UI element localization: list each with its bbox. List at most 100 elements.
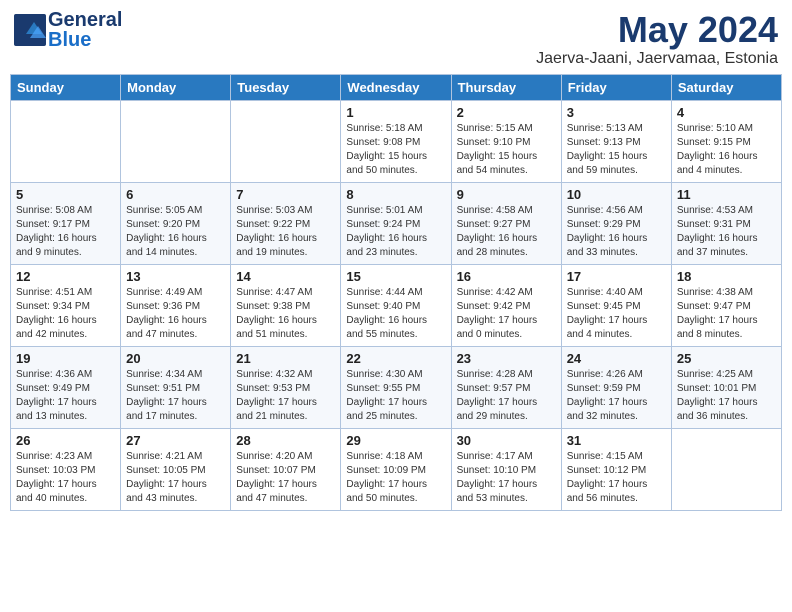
- day-number: 11: [677, 187, 776, 202]
- day-number: 17: [567, 269, 666, 284]
- col-tuesday: Tuesday: [231, 74, 341, 100]
- day-number: 29: [346, 433, 445, 448]
- day-number: 12: [16, 269, 115, 284]
- table-row: 3 Sunrise: 5:13 AM Sunset: 9:13 PM Daylig…: [561, 100, 671, 182]
- table-row: [231, 100, 341, 182]
- col-sunday: Sunday: [11, 74, 121, 100]
- day-number: 8: [346, 187, 445, 202]
- page: General Blue May 2024 Jaerva-Jaani, Jaer…: [0, 0, 792, 612]
- col-wednesday: Wednesday: [341, 74, 451, 100]
- day-number: 30: [457, 433, 556, 448]
- table-row: 15Sunrise: 4:44 AM Sunset: 9:40 PM Dayli…: [341, 264, 451, 346]
- col-friday: Friday: [561, 74, 671, 100]
- table-row: 23Sunrise: 4:28 AM Sunset: 9:57 PM Dayli…: [451, 346, 561, 428]
- location-title: Jaerva-Jaani, Jaervamaa, Estonia: [536, 50, 778, 68]
- table-row: 29Sunrise: 4:18 AM Sunset: 10:09 PM Dayl…: [341, 428, 451, 510]
- day-info: Sunrise: 4:56 AM Sunset: 9:29 PM Dayligh…: [567, 204, 666, 260]
- day-number: 18: [677, 269, 776, 284]
- day-info: Sunrise: 5:05 AM Sunset: 9:20 PM Dayligh…: [126, 204, 225, 260]
- day-number: 21: [236, 351, 335, 366]
- header: General Blue May 2024 Jaerva-Jaani, Jaer…: [10, 10, 782, 68]
- calendar-header-row: Sunday Monday Tuesday Wednesday Thursday…: [11, 74, 782, 100]
- table-row: 22 Sunrise: 4:30 AM Sunset: 9:55 PM Dayli…: [341, 346, 451, 428]
- day-info: Sunrise: 5:10 AM Sunset: 9:15 PM Dayligh…: [677, 122, 776, 178]
- table-row: 26 Sunrise: 4:23 AM Sunset: 10:03 PM Dayl…: [11, 428, 121, 510]
- day-number: 13: [126, 269, 225, 284]
- table-row: 28Sunrise: 4:20 AM Sunset: 10:07 PM Dayl…: [231, 428, 341, 510]
- table-row: 30 Sunrise: 4:17 AM Sunset: 10:10 PM Dayl…: [451, 428, 561, 510]
- day-info: Sunrise: 4:23 AM Sunset: 10:03 PM Daylig…: [16, 450, 115, 506]
- day-number: 20: [126, 351, 225, 366]
- table-row: 9 Sunrise: 4:58 AM Sunset: 9:27 PM Daylig…: [451, 182, 561, 264]
- day-number: 4: [677, 105, 776, 120]
- calendar-week-row: 5Sunrise: 5:08 AM Sunset: 9:17 PM Daylig…: [11, 182, 782, 264]
- day-info: Sunrise: 4:34 AM Sunset: 9:51 PM Dayligh…: [126, 368, 225, 424]
- table-row: 19 Sunrise: 4:36 AM Sunset: 9:49 PM Dayli…: [11, 346, 121, 428]
- day-number: 19: [16, 351, 115, 366]
- day-info: Sunrise: 4:25 AM Sunset: 10:01 PM Daylig…: [677, 368, 776, 424]
- day-number: 7: [236, 187, 335, 202]
- logo-general-text: General: [48, 10, 122, 30]
- table-row: 27 Sunrise: 4:21 AM Sunset: 10:05 PM Dayl…: [121, 428, 231, 510]
- day-info: Sunrise: 4:47 AM Sunset: 9:38 PM Dayligh…: [236, 286, 335, 342]
- table-row: [121, 100, 231, 182]
- day-number: 22: [346, 351, 445, 366]
- day-info: Sunrise: 4:38 AM Sunset: 9:47 PM Dayligh…: [677, 286, 776, 342]
- day-info: Sunrise: 4:36 AM Sunset: 9:49 PM Dayligh…: [16, 368, 115, 424]
- day-info: Sunrise: 4:40 AM Sunset: 9:45 PM Dayligh…: [567, 286, 666, 342]
- day-number: 16: [457, 269, 556, 284]
- day-info: Sunrise: 4:49 AM Sunset: 9:36 PM Dayligh…: [126, 286, 225, 342]
- day-number: 5: [16, 187, 115, 202]
- table-row: 20 Sunrise: 4:34 AM Sunset: 9:51 PM Dayli…: [121, 346, 231, 428]
- table-row: 16 Sunrise: 4:42 AM Sunset: 9:42 PM Dayli…: [451, 264, 561, 346]
- table-row: 13 Sunrise: 4:49 AM Sunset: 9:36 PM Dayli…: [121, 264, 231, 346]
- day-info: Sunrise: 5:13 AM Sunset: 9:13 PM Dayligh…: [567, 122, 666, 178]
- table-row: 11 Sunrise: 4:53 AM Sunset: 9:31 PM Dayli…: [671, 182, 781, 264]
- day-info: Sunrise: 4:30 AM Sunset: 9:55 PM Dayligh…: [346, 368, 445, 424]
- title-block: May 2024 Jaerva-Jaani, Jaervamaa, Estoni…: [536, 10, 778, 68]
- day-number: 26: [16, 433, 115, 448]
- table-row: 1 Sunrise: 5:18 AM Sunset: 9:08 PM Daylig…: [341, 100, 451, 182]
- table-row: 21Sunrise: 4:32 AM Sunset: 9:53 PM Dayli…: [231, 346, 341, 428]
- logo-icon: [14, 14, 46, 46]
- day-info: Sunrise: 5:03 AM Sunset: 9:22 PM Dayligh…: [236, 204, 335, 260]
- col-monday: Monday: [121, 74, 231, 100]
- day-info: Sunrise: 4:44 AM Sunset: 9:40 PM Dayligh…: [346, 286, 445, 342]
- day-number: 2: [457, 105, 556, 120]
- day-info: Sunrise: 4:42 AM Sunset: 9:42 PM Dayligh…: [457, 286, 556, 342]
- day-info: Sunrise: 4:53 AM Sunset: 9:31 PM Dayligh…: [677, 204, 776, 260]
- day-info: Sunrise: 5:18 AM Sunset: 9:08 PM Dayligh…: [346, 122, 445, 178]
- day-info: Sunrise: 4:58 AM Sunset: 9:27 PM Dayligh…: [457, 204, 556, 260]
- month-title: May 2024: [536, 10, 778, 50]
- calendar-week-row: 26 Sunrise: 4:23 AM Sunset: 10:03 PM Dayl…: [11, 428, 782, 510]
- table-row: 2 Sunrise: 5:15 AM Sunset: 9:10 PM Daylig…: [451, 100, 561, 182]
- day-number: 10: [567, 187, 666, 202]
- day-info: Sunrise: 4:17 AM Sunset: 10:10 PM Daylig…: [457, 450, 556, 506]
- logo: General Blue: [14, 10, 122, 50]
- table-row: 8Sunrise: 5:01 AM Sunset: 9:24 PM Daylig…: [341, 182, 451, 264]
- logo-blue-text: Blue: [48, 30, 122, 50]
- table-row: 14Sunrise: 4:47 AM Sunset: 9:38 PM Dayli…: [231, 264, 341, 346]
- table-row: 12 Sunrise: 4:51 AM Sunset: 9:34 PM Dayli…: [11, 264, 121, 346]
- table-row: 18 Sunrise: 4:38 AM Sunset: 9:47 PM Dayli…: [671, 264, 781, 346]
- table-row: 5Sunrise: 5:08 AM Sunset: 9:17 PM Daylig…: [11, 182, 121, 264]
- calendar-table: Sunday Monday Tuesday Wednesday Thursday…: [10, 74, 782, 511]
- day-number: 1: [346, 105, 445, 120]
- col-thursday: Thursday: [451, 74, 561, 100]
- day-number: 25: [677, 351, 776, 366]
- col-saturday: Saturday: [671, 74, 781, 100]
- day-number: 31: [567, 433, 666, 448]
- day-number: 9: [457, 187, 556, 202]
- table-row: 17 Sunrise: 4:40 AM Sunset: 9:45 PM Dayli…: [561, 264, 671, 346]
- table-row: [671, 428, 781, 510]
- day-number: 3: [567, 105, 666, 120]
- day-info: Sunrise: 4:15 AM Sunset: 10:12 PM Daylig…: [567, 450, 666, 506]
- day-info: Sunrise: 5:15 AM Sunset: 9:10 PM Dayligh…: [457, 122, 556, 178]
- calendar-week-row: 12 Sunrise: 4:51 AM Sunset: 9:34 PM Dayli…: [11, 264, 782, 346]
- day-info: Sunrise: 4:51 AM Sunset: 9:34 PM Dayligh…: [16, 286, 115, 342]
- day-number: 28: [236, 433, 335, 448]
- day-number: 6: [126, 187, 225, 202]
- day-info: Sunrise: 4:21 AM Sunset: 10:05 PM Daylig…: [126, 450, 225, 506]
- table-row: 10 Sunrise: 4:56 AM Sunset: 9:29 PM Dayli…: [561, 182, 671, 264]
- day-number: 27: [126, 433, 225, 448]
